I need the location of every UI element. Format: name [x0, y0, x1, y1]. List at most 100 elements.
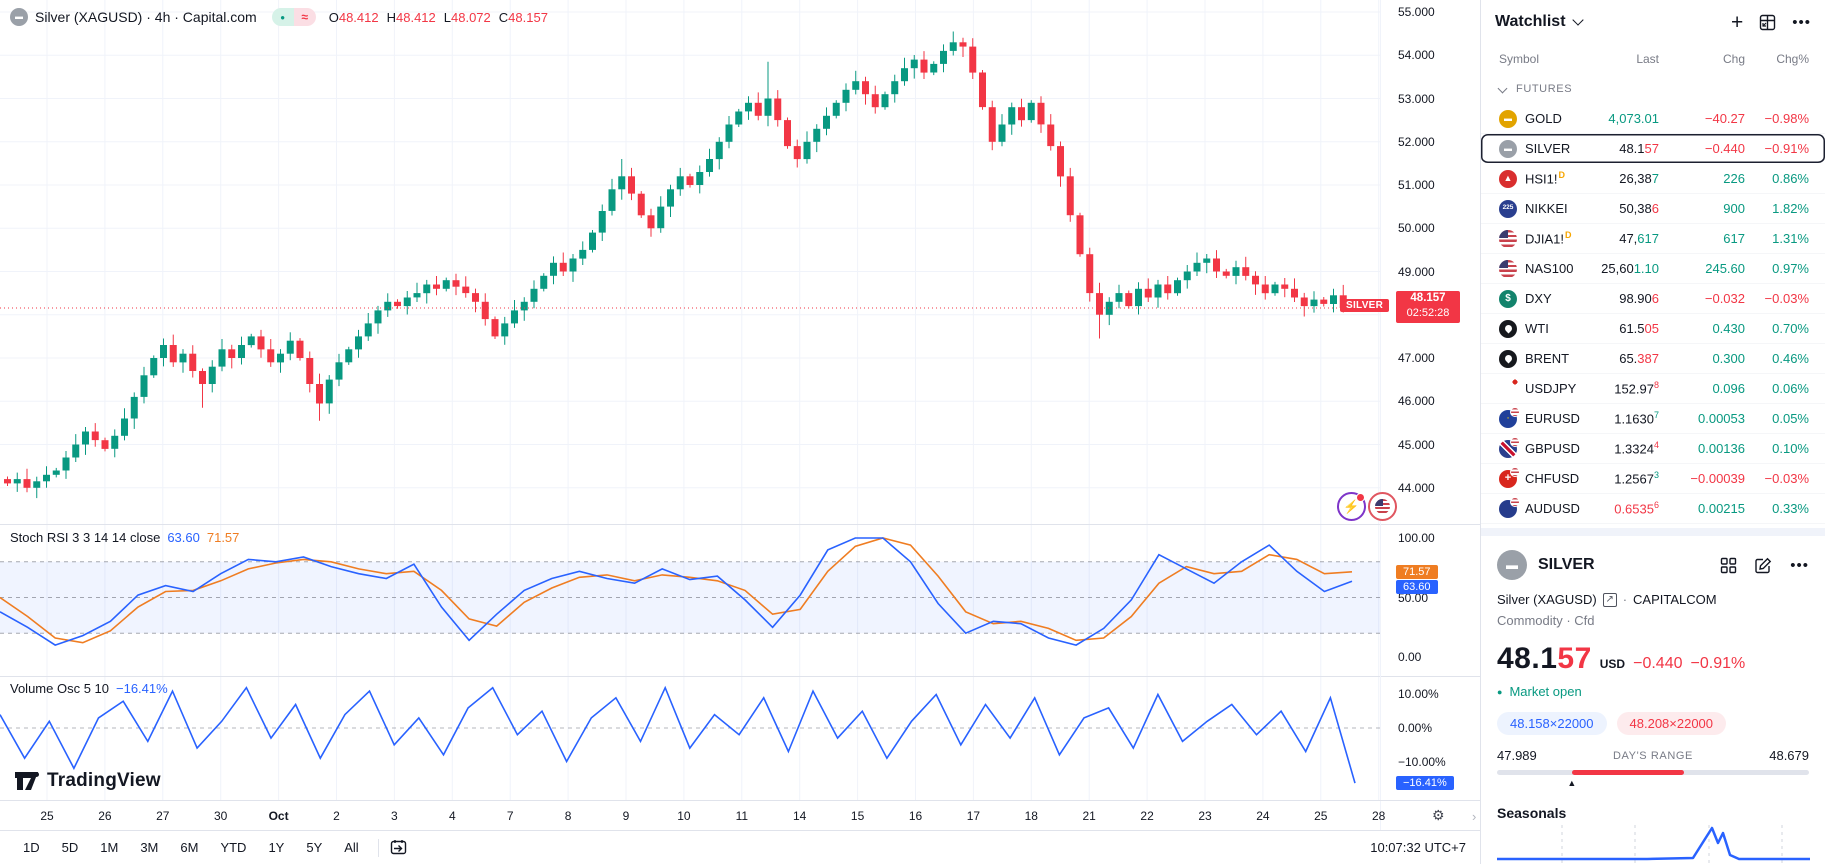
column-last[interactable]: Last	[1573, 52, 1673, 66]
range-1d[interactable]: 1D	[14, 837, 49, 858]
date-tick[interactable]: 15	[851, 809, 864, 823]
date-tick[interactable]: 24	[1256, 809, 1269, 823]
candle-body	[287, 341, 294, 354]
candle-body	[833, 103, 840, 116]
us-event-flag-icon[interactable]	[1368, 492, 1397, 521]
date-tick[interactable]: 25	[1314, 809, 1327, 823]
date-tick[interactable]: 10	[677, 809, 690, 823]
date-tick[interactable]: 22	[1140, 809, 1153, 823]
candle-body	[609, 189, 616, 211]
volume-osc-chart[interactable]	[0, 676, 1380, 800]
date-tick[interactable]: 30	[214, 809, 227, 823]
watchlist-row-usdjpy[interactable]: USDJPY152.9780.0960.06%	[1481, 374, 1825, 404]
date-tick[interactable]: 25	[40, 809, 53, 823]
date-tick[interactable]: 27	[156, 809, 169, 823]
status-dot-icon: ●	[1497, 687, 1502, 697]
last-cell: 26,387	[1573, 171, 1673, 186]
symbol-cell: BRENT	[1499, 350, 1573, 368]
calendar-icon	[389, 839, 408, 856]
date-tick[interactable]: Oct	[269, 809, 289, 823]
range-6m[interactable]: 6M	[171, 837, 207, 858]
date-tick[interactable]: 17	[967, 809, 980, 823]
candle-body	[1330, 295, 1337, 304]
range-1m[interactable]: 1M	[91, 837, 127, 858]
date-tick[interactable]: 3	[391, 809, 398, 823]
watchlist-row-chfusd[interactable]: +CHFUSD1.25673−0.00039−0.03%	[1481, 464, 1825, 494]
watchlist-row-dxy[interactable]: $DXY98.906−0.032−0.03%	[1481, 284, 1825, 314]
candle-body	[345, 349, 352, 362]
overview-grid-icon[interactable]	[1720, 557, 1737, 574]
main-chart-legend[interactable]: ▬ Silver (XAGUSD) · 4h · Capital.com ● ≈…	[10, 8, 548, 26]
date-tick[interactable]: 26	[98, 809, 111, 823]
last-main: 65.	[1619, 351, 1637, 366]
watchlist-row-silver[interactable]: ▬SILVER48.157−0.440−0.91%	[1481, 134, 1825, 164]
date-tick[interactable]: 2	[333, 809, 340, 823]
more-options-button[interactable]: •••	[1792, 15, 1811, 30]
seasonals-chart[interactable]	[1497, 825, 1810, 863]
stoch-rsi-legend[interactable]: Stoch RSI 3 3 14 14 close 63.60 71.57	[10, 530, 239, 545]
date-tick[interactable]: 23	[1198, 809, 1211, 823]
date-tick[interactable]: 4	[449, 809, 456, 823]
range-all[interactable]: All	[335, 837, 367, 858]
range-5d[interactable]: 5D	[53, 837, 88, 858]
candle-body	[921, 60, 928, 73]
economic-event-icon[interactable]: ⚡	[1337, 492, 1366, 521]
panel-divider[interactable]	[1481, 528, 1825, 536]
watchlist-row-nikkei[interactable]: 225NIKKEI50,3869001.82%	[1481, 194, 1825, 224]
date-tick[interactable]: 16	[909, 809, 922, 823]
external-link-icon[interactable]: ↗	[1603, 593, 1617, 607]
date-tick[interactable]: 14	[793, 809, 806, 823]
market-status: ● Market open	[1497, 684, 1809, 699]
grid-layout-button[interactable]	[1759, 14, 1776, 31]
column-symbol[interactable]: Symbol	[1499, 52, 1573, 66]
candlestick-chart[interactable]	[0, 0, 1380, 524]
bid-button[interactable]: 48.158×22000	[1497, 712, 1607, 735]
column-chg[interactable]: Chg	[1673, 52, 1745, 66]
watchlist-row-wti[interactable]: WTI61.5050.4300.70%	[1481, 314, 1825, 344]
ohlc-number: 48.412	[339, 10, 379, 25]
watchlist-row-brent[interactable]: BRENT65.3870.3000.46%	[1481, 344, 1825, 374]
watchlist-row-audusd[interactable]: AUDUSD0.653560.002150.33%	[1481, 494, 1825, 524]
range-1y[interactable]: 1Y	[259, 837, 293, 858]
watchlist-row-djia1[interactable]: DJIA1!D47,6176171.31%	[1481, 224, 1825, 254]
column-chgpct[interactable]: Chg%	[1745, 52, 1809, 66]
watchlist-title-menu[interactable]: Watchlist	[1495, 13, 1582, 31]
pane-divider[interactable]	[0, 676, 1480, 677]
date-axis[interactable]: ⚙ › 25262730Oct2347891011141516171821222…	[0, 800, 1480, 831]
detail-name[interactable]: Silver (XAGUSD)	[1497, 592, 1597, 607]
range-5y[interactable]: 5Y	[297, 837, 331, 858]
ask-button[interactable]: 48.208×22000	[1617, 712, 1727, 735]
volume-osc-line	[0, 688, 1355, 783]
date-tick[interactable]: 9	[623, 809, 630, 823]
date-tick[interactable]: 21	[1083, 809, 1096, 823]
watchlist-row-hsi1[interactable]: ▲HSI1!D26,3872260.86%	[1481, 164, 1825, 194]
watchlist-row-nas100[interactable]: NAS10025,601.10245.600.97%	[1481, 254, 1825, 284]
date-tick[interactable]: 11	[736, 809, 748, 823]
edit-note-icon[interactable]	[1755, 557, 1772, 574]
date-tick[interactable]: 8	[565, 809, 572, 823]
candle-body	[930, 64, 937, 73]
last-main: 1.3324	[1614, 442, 1654, 457]
watchlist-row-gold[interactable]: ▬GOLD4,073.01−40.27−0.98%	[1481, 104, 1825, 134]
more-options-button[interactable]: •••	[1790, 558, 1809, 573]
tradingview-logo[interactable]: TradingView	[14, 770, 161, 792]
candle-body	[1096, 293, 1103, 315]
price-axis[interactable]: 55.00054.00053.00052.00051.00050.00049.0…	[1380, 0, 1480, 830]
pane-divider[interactable]	[0, 524, 1480, 525]
market-status-pill[interactable]: ● ≈	[272, 8, 316, 26]
stoch-rsi-title: Stoch RSI 3 3 14 14 close	[10, 530, 160, 545]
candle-body	[872, 94, 879, 107]
watchlist-section-futures[interactable]: FUTURES	[1481, 74, 1825, 104]
date-tick[interactable]: 18	[1025, 809, 1038, 823]
watchlist-row-eurusd[interactable]: ◦EURUSD1.163070.000530.05%	[1481, 404, 1825, 434]
clock-timezone[interactable]: 10:07:32 UTC+7	[1370, 840, 1466, 855]
volume-osc-legend[interactable]: Volume Osc 5 10 −16.41%	[10, 681, 168, 696]
add-symbol-button[interactable]: +	[1731, 12, 1743, 33]
watchlist-row-gbpusd[interactable]: GBPUSD1.332440.001360.10%	[1481, 434, 1825, 464]
range-3m[interactable]: 3M	[131, 837, 167, 858]
stoch-rsi-chart[interactable]	[0, 524, 1380, 676]
event-icons[interactable]: ⚡	[1337, 492, 1397, 521]
range-ytd[interactable]: YTD	[211, 837, 255, 858]
date-tick[interactable]: 7	[507, 809, 514, 823]
go-to-date-button[interactable]	[389, 839, 408, 856]
